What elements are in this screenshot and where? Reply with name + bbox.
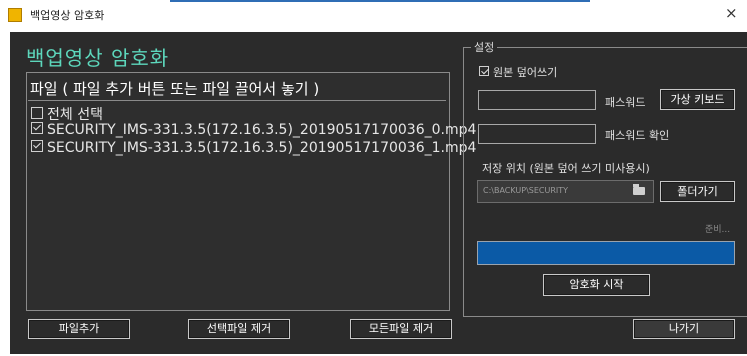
page-title: 백업영상 암호화 [26,46,170,70]
progress-fill [478,242,734,264]
checkbox-checked-icon [31,140,43,152]
remove-selected-button[interactable]: 선택파일 제거 [188,319,290,339]
save-location-label: 저장 위치 (원본 덮어 쓰기 미사용시) [482,162,650,175]
window-title: 백업영상 암호화 [30,9,105,22]
file-item-name: SECURITY_IMS-331.3.5(172.16.3.5)_2019051… [47,122,477,138]
remove-all-button[interactable]: 모든파일 제거 [350,319,452,339]
close-icon[interactable]: × [725,4,738,22]
password-confirm-input[interactable] [478,124,596,144]
file-item-name: SECURITY_IMS-331.3.5(172.16.3.5)_2019051… [47,140,477,156]
password-confirm-label: 패스워드 확인 [605,129,670,142]
password-label: 패스워드 [605,96,646,109]
add-file-button[interactable]: 파일추가 [28,319,130,339]
status-text: 준비... [705,225,731,235]
progress-bar [477,241,735,265]
save-path-value: C:\BACKUP\SECURITY [483,186,569,195]
select-all-checkbox[interactable]: 전체 선택 [31,104,103,124]
app-icon [8,8,22,22]
file-item[interactable]: SECURITY_IMS-331.3.5(172.16.3.5)_2019051… [31,122,476,138]
exit-button[interactable]: 나가기 [633,319,735,339]
checkbox-checked-icon [31,122,43,134]
title-bar[interactable]: 백업영상 암호화 × [0,0,747,28]
title-accent-line [170,0,590,2]
file-list-divider [28,100,446,101]
settings-title: 설정 [471,39,498,55]
overwrite-checkbox[interactable]: 원본 덮어쓰기 [479,64,557,80]
file-item[interactable]: SECURITY_IMS-331.3.5(172.16.3.5)_2019051… [31,140,476,156]
browse-folder-button[interactable]: 폴더가기 [660,181,735,202]
checkbox-icon [31,107,43,119]
password-input[interactable] [478,90,596,110]
folder-icon[interactable] [633,184,645,195]
checkbox-checked-icon [479,66,489,76]
overwrite-label: 원본 덮어쓰기 [493,66,558,79]
virtual-keyboard-button[interactable]: 가상 키보드 [660,89,735,110]
app-window: 백업영상 암호화 × 백업영상 암호화 파일 ( 파일 추가 버튼 또는 파일 … [0,0,747,356]
start-encryption-button[interactable]: 암호화 시작 [543,274,650,296]
select-all-label: 전체 선택 [47,107,103,123]
file-list-header: 파일 ( 파일 추가 버튼 또는 파일 끌어서 놓기 ) [30,80,320,98]
